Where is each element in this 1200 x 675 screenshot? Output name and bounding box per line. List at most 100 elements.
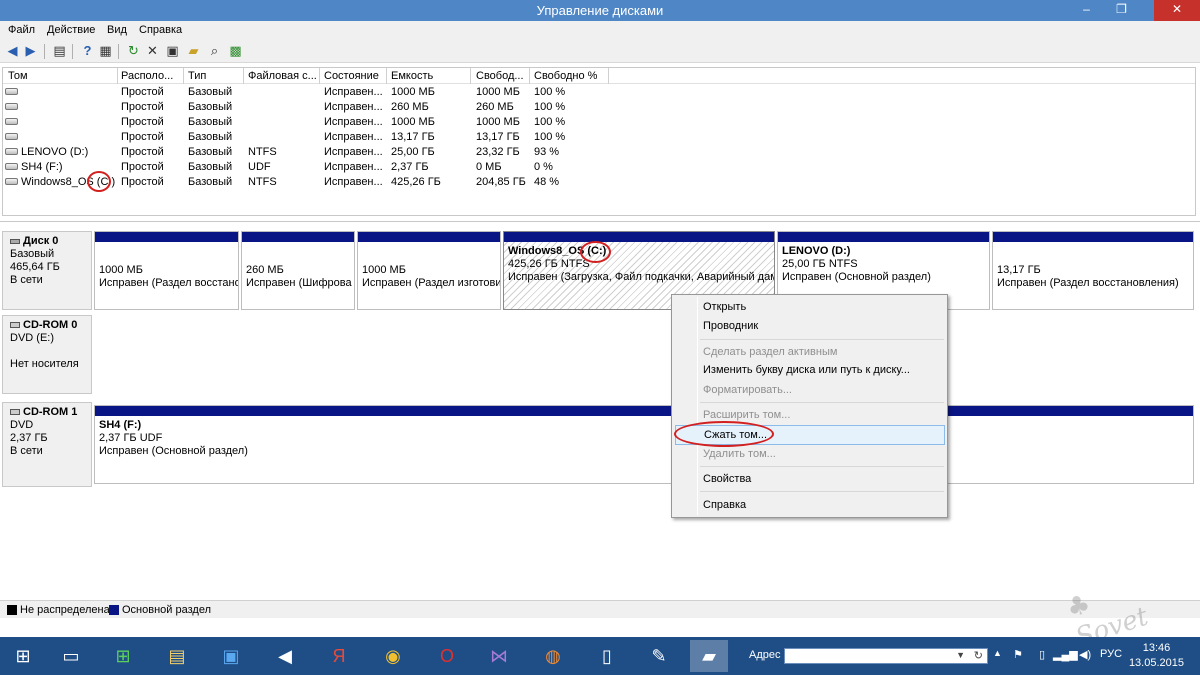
column-divider[interactable] bbox=[386, 68, 387, 84]
cdrom-icon bbox=[10, 322, 20, 329]
column-header-free-percent[interactable]: Свободно % bbox=[534, 70, 597, 82]
document-icon[interactable]: ▯ bbox=[588, 640, 626, 672]
partition-size: 1000 МБ bbox=[362, 264, 406, 276]
store-icon[interactable]: ⊞ bbox=[104, 640, 142, 672]
volume-type: Базовый bbox=[188, 161, 233, 173]
settings-icon[interactable]: ▩ bbox=[227, 43, 244, 60]
menu-help[interactable]: Справка bbox=[139, 24, 182, 36]
cdrom-0-label[interactable]: CD-ROM 0 DVD (E:) Нет носителя bbox=[2, 315, 92, 394]
volume-row[interactable]: LENOVO (D:) Простой Базовый NTFS Исправе… bbox=[3, 145, 1195, 160]
column-divider[interactable] bbox=[470, 68, 471, 84]
yandex-icon[interactable]: Я bbox=[320, 640, 358, 672]
disk-status: В сети bbox=[10, 274, 43, 286]
paint-icon[interactable]: ✎ bbox=[640, 640, 678, 672]
back-icon[interactable]: ◀ bbox=[4, 43, 21, 60]
menu-item-properties[interactable]: Свойства bbox=[675, 469, 945, 489]
forward-icon[interactable]: ▶ bbox=[22, 43, 39, 60]
close-button[interactable]: ✕ bbox=[1154, 0, 1200, 21]
partition-bar bbox=[504, 232, 774, 242]
chrome-icon[interactable]: ◉ bbox=[374, 640, 412, 672]
partition-recovery-2[interactable]: 13,17 ГБ Исправен (Раздел восстановления… bbox=[992, 231, 1194, 310]
properties-icon[interactable]: ▣ bbox=[164, 43, 181, 60]
volume-row[interactable]: Простой Базовый Исправен... 1000 МБ 1000… bbox=[3, 115, 1195, 130]
visual-studio-icon[interactable]: ⋈ bbox=[480, 640, 518, 672]
menu-item-open[interactable]: Открыть bbox=[675, 297, 945, 317]
partition-status: Исправен (Основной раздел) bbox=[99, 445, 248, 457]
volume-list[interactable]: Том Располо... Тип Файловая с... Состоян… bbox=[2, 67, 1196, 216]
partition-recovery-1[interactable]: 1000 МБ Исправен (Раздел восстано bbox=[94, 231, 239, 310]
lenovo-app-icon[interactable]: ▭ bbox=[52, 640, 90, 672]
firefox-icon[interactable]: ◍ bbox=[534, 640, 572, 672]
maxthon-icon[interactable]: ▣ bbox=[212, 640, 250, 672]
column-header-filesystem[interactable]: Файловая с... bbox=[248, 70, 317, 82]
column-header-status[interactable]: Состояние bbox=[324, 70, 379, 82]
column-divider[interactable] bbox=[183, 68, 184, 84]
volume-row[interactable]: SH4 (F:) Простой Базовый UDF Исправен...… bbox=[3, 160, 1195, 175]
open-icon[interactable]: ▰ bbox=[185, 43, 202, 60]
view-icon[interactable]: ▦ bbox=[97, 43, 114, 60]
disk-type: DVD (E:) bbox=[10, 332, 54, 344]
volume-row[interactable]: Windows8_OS (C:) Простой Базовый NTFS Ис… bbox=[3, 171, 1195, 192]
volume-row[interactable]: Простой Базовый Исправен... 1000 МБ 1000… bbox=[3, 85, 1195, 100]
volume-icon[interactable]: ◀) bbox=[1079, 648, 1091, 661]
drive-icon bbox=[5, 133, 18, 140]
column-divider[interactable] bbox=[243, 68, 244, 84]
volume-row[interactable]: Простой Базовый Исправен... 13,17 ГБ 13,… bbox=[3, 130, 1195, 145]
maximize-button[interactable]: ❐ bbox=[1108, 0, 1135, 21]
opera-icon[interactable]: O bbox=[428, 640, 466, 672]
menu-item-change-letter[interactable]: Изменить букву диска или путь к диску... bbox=[675, 360, 945, 380]
column-divider[interactable] bbox=[529, 68, 530, 84]
menu-item-help[interactable]: Справка bbox=[675, 495, 945, 515]
menu-action[interactable]: Действие bbox=[47, 24, 95, 36]
disk-0-label[interactable]: Диск 0 Базовый 465,64 ГБ В сети bbox=[2, 231, 92, 310]
disk-name: Диск 0 bbox=[23, 235, 59, 247]
column-header-layout[interactable]: Располо... bbox=[121, 70, 173, 82]
column-header-volume[interactable]: Том bbox=[8, 70, 28, 82]
language-indicator[interactable]: РУС bbox=[1100, 648, 1122, 660]
menu-view[interactable]: Вид bbox=[107, 24, 127, 36]
media-player-icon[interactable]: ◀ bbox=[266, 640, 304, 672]
battery-icon[interactable]: ▯ bbox=[1039, 648, 1045, 661]
volume-type: Базовый bbox=[188, 146, 233, 158]
volume-type: Базовый bbox=[188, 86, 233, 98]
windows-start-icon[interactable]: ⊞ bbox=[4, 640, 42, 672]
search-icon[interactable]: ⌕ bbox=[206, 43, 223, 60]
properties-pane-icon[interactable]: ▤ bbox=[51, 43, 68, 60]
annotation-circle bbox=[580, 241, 611, 263]
delete-icon[interactable]: ✕ bbox=[144, 43, 161, 60]
partition-encrypted[interactable]: 260 МБ Исправен (Шифрова bbox=[241, 231, 355, 310]
volume-type: Базовый bbox=[188, 101, 233, 113]
menu-item-mark-active[interactable]: Сделать раздел активным bbox=[675, 342, 945, 362]
file-explorer-icon[interactable]: ▤ bbox=[158, 640, 196, 672]
network-icon[interactable]: ▂▄▆ bbox=[1053, 648, 1078, 661]
menu-bar: Файл Действие Вид Справка bbox=[0, 21, 1200, 40]
toolbar-separator bbox=[72, 44, 73, 59]
volume-status: Исправен... bbox=[324, 131, 383, 143]
menu-item-delete[interactable]: Удалить том... bbox=[675, 444, 945, 464]
menu-file[interactable]: Файл bbox=[8, 24, 35, 36]
action-center-icon[interactable]: ⚑ bbox=[1013, 648, 1023, 661]
clock[interactable]: 13:46 13.05.2015 bbox=[1129, 641, 1184, 671]
minimize-button[interactable]: – bbox=[1073, 0, 1100, 21]
help-icon[interactable]: ? bbox=[79, 43, 96, 60]
cdrom-1-label[interactable]: CD-ROM 1 DVD 2,37 ГБ В сети bbox=[2, 402, 92, 487]
menu-item-format[interactable]: Форматировать... bbox=[675, 380, 945, 400]
address-input[interactable]: ▼ ↻ bbox=[784, 648, 988, 664]
refresh-icon[interactable]: ↻ bbox=[974, 649, 983, 662]
partition-sh4-f[interactable]: SH4 (F:) 2,37 ГБ UDF Исправен (Основной … bbox=[94, 405, 1194, 484]
disk-management-taskbar-icon[interactable]: ▰ bbox=[690, 640, 728, 672]
disk-graphical-view[interactable]: Диск 0 Базовый 465,64 ГБ В сети 1000 МБ … bbox=[0, 221, 1200, 595]
column-header-free[interactable]: Свобод... bbox=[476, 70, 524, 82]
column-divider[interactable] bbox=[319, 68, 320, 84]
column-header-type[interactable]: Тип bbox=[188, 70, 206, 82]
column-divider[interactable] bbox=[608, 68, 609, 84]
tray-expand-icon[interactable]: ▲ bbox=[993, 648, 1002, 658]
partition-manufacturer[interactable]: 1000 МБ Исправен (Раздел изготови bbox=[357, 231, 501, 310]
dropdown-arrow-icon[interactable]: ▼ bbox=[956, 650, 965, 660]
column-divider[interactable] bbox=[117, 68, 118, 84]
column-header-capacity[interactable]: Емкость bbox=[391, 70, 433, 82]
volume-row[interactable]: Простой Базовый Исправен... 260 МБ 260 М… bbox=[3, 100, 1195, 115]
partition-bar bbox=[95, 232, 238, 242]
menu-item-explorer[interactable]: Проводник bbox=[675, 316, 945, 336]
refresh-icon[interactable]: ↻ bbox=[125, 43, 142, 60]
